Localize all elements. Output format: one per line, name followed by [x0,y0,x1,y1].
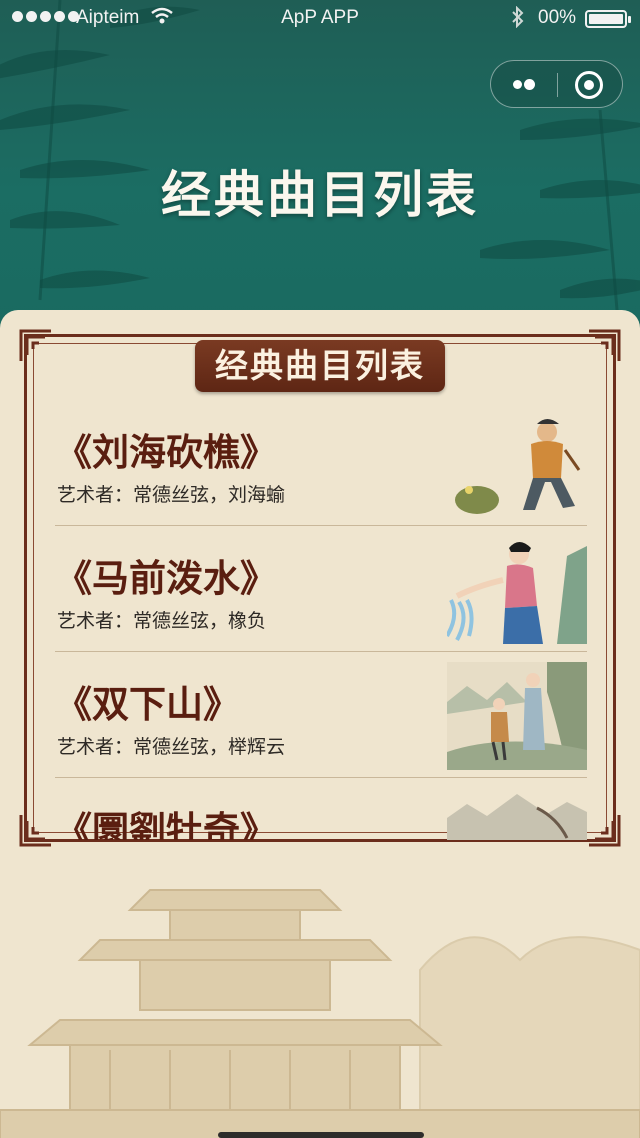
list-item[interactable]: 《马前泼水》 艺术者：常德丝弦，橡负 [55,526,587,652]
two-figures-mountain-illustration [447,662,587,770]
piece-title: 《双下山》 [55,682,240,726]
capsule-divider [557,73,558,97]
woodcutter-and-toad-illustration [455,419,581,514]
list-item[interactable]: 《双下山》 艺术者：常德丝弦，榉辉云 [55,652,587,778]
list-item[interactable]: 《圜劉牡奇》 [55,778,587,840]
target-close-icon[interactable] [575,71,603,99]
battery-percent: 00% [538,7,577,28]
woman-pouring-water-illustration [447,542,587,644]
content-panel: 经典曲目列表 《刘海砍樵》 艺术者：常德丝弦，刘海蝓 《马前泼水》 艺术者：常德… [0,310,640,1138]
header: Aipteim ApP APP 00% 经典曲目列表 [0,0,640,345]
corner-ornament-icon [589,815,621,847]
corner-ornament-icon [589,329,621,361]
piece-title: 《刘海砍樵》 [55,430,277,474]
status-bar: Aipteim ApP APP 00% [0,0,640,36]
temple-background-illustration [0,889,640,1138]
list-item[interactable]: 《刘海砍樵》 艺术者：常德丝弦，刘海蝓 [55,400,587,526]
corner-ornament-icon [19,815,51,847]
mini-program-capsule [490,60,623,108]
page-title: 经典曲目列表 [161,165,479,224]
list-banner-title: 经典曲目列表 [195,340,445,392]
piece-artists: 艺术者：常德丝弦，刘海蝓 [57,484,286,506]
piece-artists: 艺术者：常德丝弦，榉辉云 [57,736,286,758]
piece-artists: 艺术者：常德丝弦，橡负 [57,610,267,632]
piece-title: 《马前泼水》 [55,556,277,600]
mountain-landscape-illustration [447,794,587,840]
corner-ornament-icon [19,329,51,361]
battery-icon [585,10,631,28]
piece-list: 《刘海砍樵》 艺术者：常德丝弦，刘海蝓 《马前泼水》 艺术者：常德丝弦，橡负 《… [55,400,587,840]
piece-title: 《圜劉牡奇》 [55,808,277,840]
more-dots-icon[interactable] [501,69,547,101]
bluetooth-icon [512,6,524,28]
